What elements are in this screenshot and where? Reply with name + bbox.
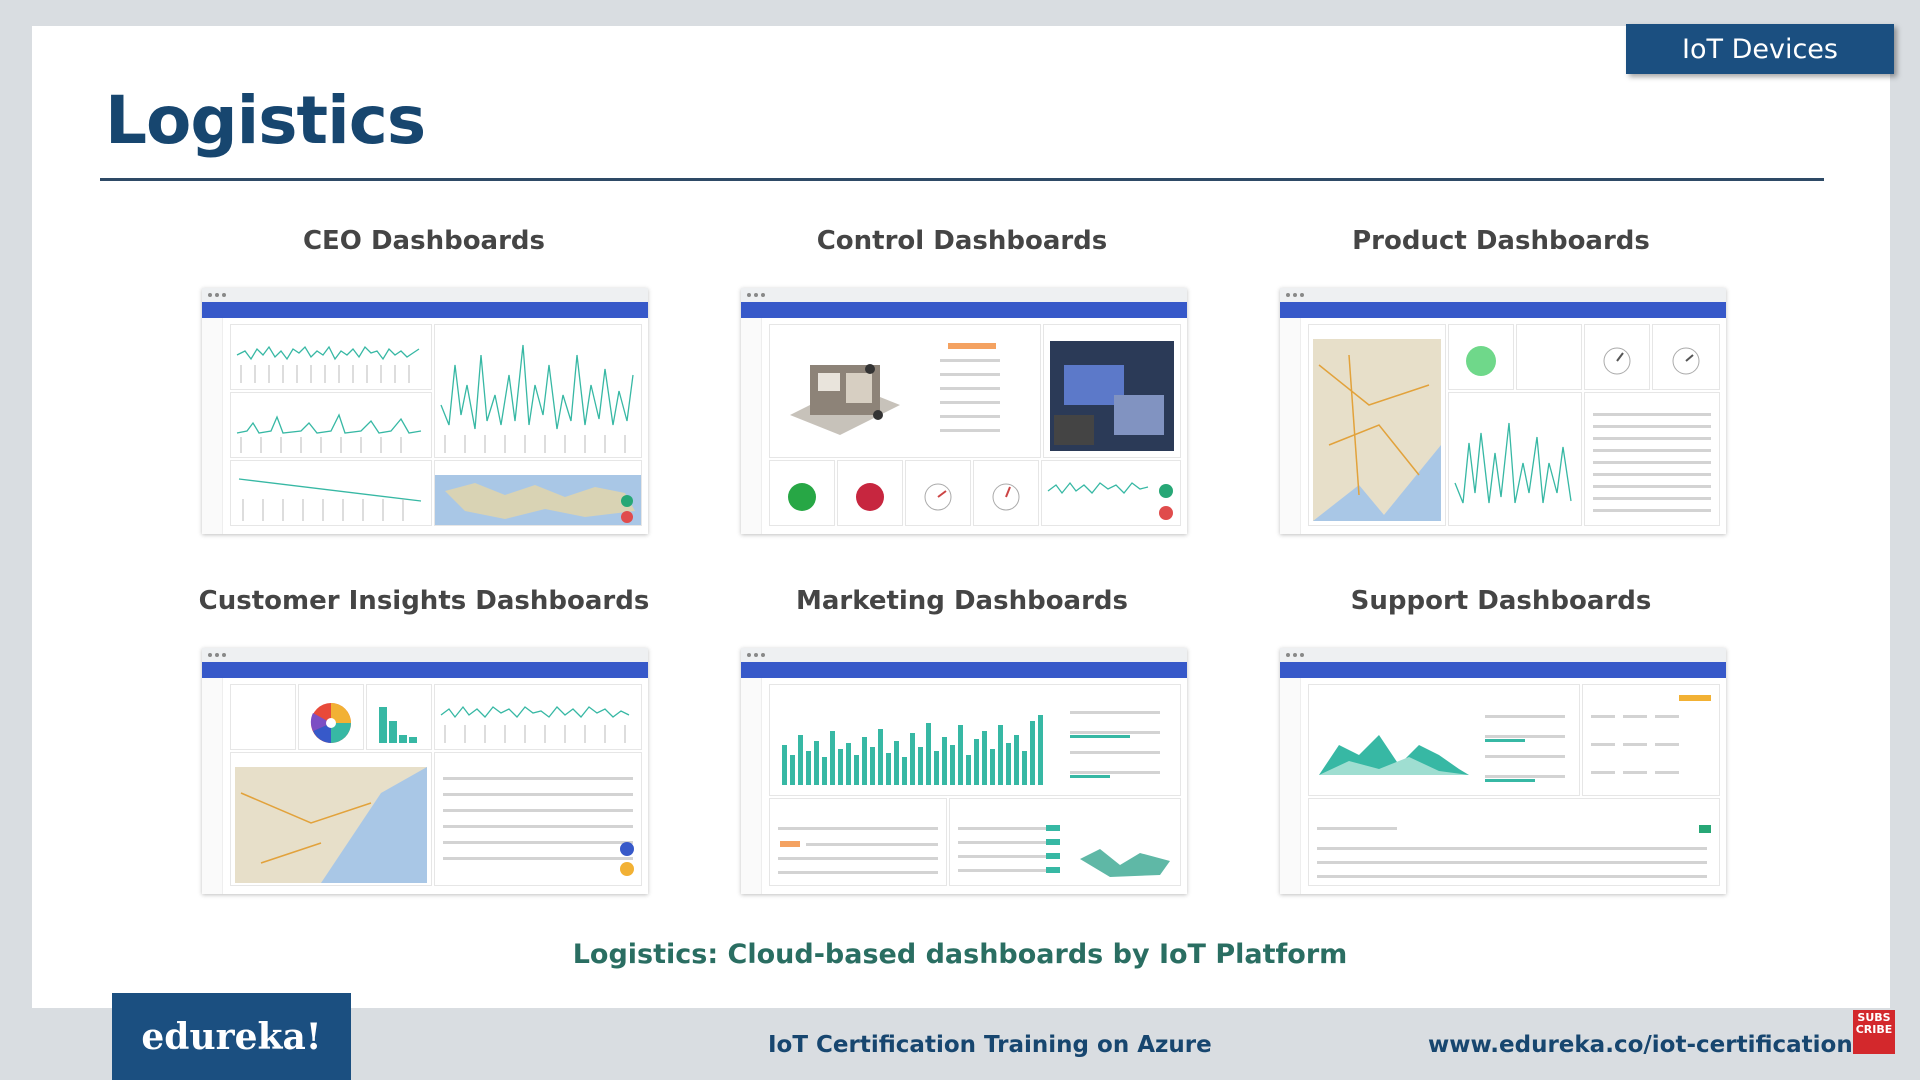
gauge-panel <box>1652 324 1720 390</box>
camera-panel <box>1043 324 1181 458</box>
status-panel <box>230 684 296 750</box>
dashboard-sidebar <box>202 318 223 534</box>
table-panel <box>1308 798 1720 886</box>
support-dashboard-thumbnail[interactable] <box>1280 648 1726 894</box>
stats-panel <box>1582 684 1720 796</box>
product-dashboards-caption: Product Dashboards <box>1352 226 1650 256</box>
course-url[interactable]: www.edureka.co/iot-certification-trainin… <box>1428 1032 1886 1058</box>
chart-panel <box>230 324 432 390</box>
dashboard-header-bar <box>202 302 648 318</box>
control-dashboards-caption: Control Dashboards <box>816 226 1108 256</box>
marketing-dashboard-thumbnail[interactable] <box>741 648 1187 894</box>
iot-devices-badge: IoT Devices <box>1626 24 1894 74</box>
slide-caption: Logistics: Cloud-based dashboards by IoT… <box>572 939 1348 970</box>
dashboard-sidebar <box>741 678 762 894</box>
chart-panel <box>769 684 1181 796</box>
chart-panel <box>1041 460 1181 526</box>
dashboard-header-bar <box>741 662 1187 678</box>
dashboard-sidebar <box>1280 678 1301 894</box>
chart-panel <box>1448 392 1582 526</box>
dashboard-sidebar <box>202 678 223 894</box>
map-panel <box>230 752 432 886</box>
chart-panel <box>230 392 432 458</box>
product-dashboard-thumbnail[interactable] <box>1280 288 1726 534</box>
map-panel <box>949 798 1181 886</box>
map-panel <box>1308 324 1446 526</box>
dashboard-sidebar <box>1280 318 1301 534</box>
dashboard-sidebar <box>741 318 762 534</box>
ceo-dashboard-thumbnail[interactable] <box>202 288 648 534</box>
chart-panel <box>1308 684 1580 796</box>
bar-panel <box>366 684 432 750</box>
status-panel <box>1448 324 1514 390</box>
customer-insights-dashboard-thumbnail[interactable] <box>202 648 648 894</box>
table-panel <box>1584 392 1720 526</box>
title-divider <box>100 178 1824 181</box>
chart-panel <box>230 460 432 526</box>
gauge-panel <box>1584 324 1650 390</box>
table-panel <box>769 798 947 886</box>
control-dashboard-thumbnail[interactable] <box>741 288 1187 534</box>
floorplan-panel <box>769 324 1041 458</box>
dashboard-header-bar <box>202 662 648 678</box>
page-title: Logistics <box>105 82 426 159</box>
status-panel <box>837 460 903 526</box>
chart-panel <box>434 684 642 750</box>
pie-panel <box>298 684 364 750</box>
dashboard-header-bar <box>1280 302 1726 318</box>
course-title: IoT Certification Training on Azure <box>768 1032 1212 1058</box>
table-panel <box>434 752 642 886</box>
dashboard-header-bar <box>1280 662 1726 678</box>
status-panel <box>769 460 835 526</box>
gauge-panel <box>905 460 971 526</box>
chart-panel <box>434 324 642 458</box>
subscribe-button[interactable]: SUBS CRIBE <box>1853 1010 1895 1054</box>
marketing-dashboards-caption: Marketing Dashboards <box>795 586 1129 616</box>
support-dashboards-caption: Support Dashboards <box>1350 586 1652 616</box>
status-panel <box>1516 324 1582 390</box>
gauge-panel <box>973 460 1039 526</box>
edureka-logo: edureka! <box>112 993 351 1080</box>
dashboard-header-bar <box>741 302 1187 318</box>
customer-insights-dashboards-caption: Customer Insights Dashboards <box>198 586 650 616</box>
map-panel <box>434 460 642 526</box>
ceo-dashboards-caption: CEO Dashboards <box>302 226 546 256</box>
